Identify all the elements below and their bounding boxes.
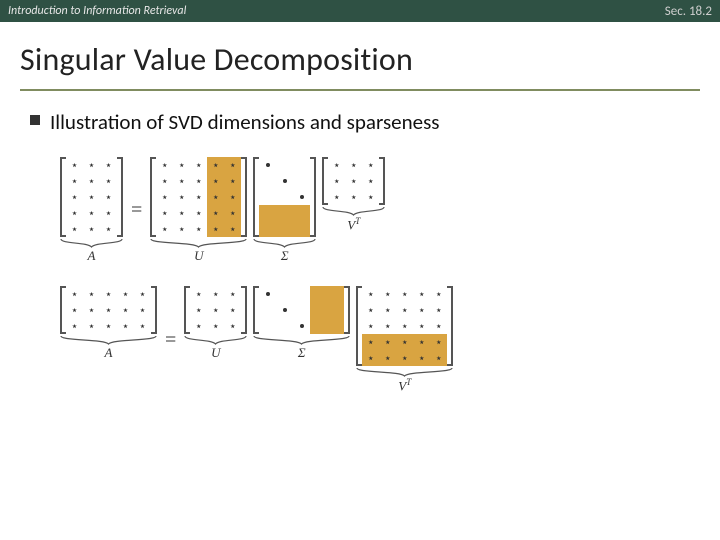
equals-sign: = [129,199,144,222]
matrix-Sigma: Σ [253,157,316,264]
bullet-text: Illustration of SVD dimensions and spars… [50,109,440,135]
svd-figure: ⋆⋆⋆⋆⋆⋆⋆⋆⋆⋆⋆⋆⋆⋆⋆A = ⋆⋆⋆⋆⋆⋆⋆⋆⋆⋆⋆⋆⋆⋆⋆⋆⋆⋆⋆⋆⋆⋆⋆… [0,135,720,394]
matrix-U: ⋆⋆⋆⋆⋆⋆⋆⋆⋆U [184,286,247,361]
svd-equation-tall: ⋆⋆⋆⋆⋆⋆⋆⋆⋆⋆⋆⋆⋆⋆⋆A = ⋆⋆⋆⋆⋆⋆⋆⋆⋆⋆⋆⋆⋆⋆⋆⋆⋆⋆⋆⋆⋆⋆⋆… [60,157,720,264]
matrix-VT: ⋆⋆⋆⋆⋆⋆⋆⋆⋆⋆⋆⋆⋆⋆⋆⋆⋆⋆⋆⋆⋆⋆⋆⋆⋆VT [356,286,453,394]
page-title: Singular Value Decomposition [20,40,700,79]
matrix-Sigma: Σ [253,286,350,361]
bullet-icon [30,115,40,125]
matrix-VT: ⋆⋆⋆⋆⋆⋆⋆⋆⋆VT [322,157,385,233]
header-bar: Introduction to Information Retrieval Se… [0,0,720,22]
svd-equation-wide: ⋆⋆⋆⋆⋆⋆⋆⋆⋆⋆⋆⋆⋆⋆⋆A = ⋆⋆⋆⋆⋆⋆⋆⋆⋆UΣ⋆⋆⋆⋆⋆⋆⋆⋆⋆⋆⋆⋆… [60,286,720,394]
matrix-A: ⋆⋆⋆⋆⋆⋆⋆⋆⋆⋆⋆⋆⋆⋆⋆A [60,157,123,264]
section-ref: Sec. 18.2 [665,4,712,19]
matrix-U: ⋆⋆⋆⋆⋆⋆⋆⋆⋆⋆⋆⋆⋆⋆⋆⋆⋆⋆⋆⋆⋆⋆⋆⋆⋆U [150,157,247,264]
matrix-A: ⋆⋆⋆⋆⋆⋆⋆⋆⋆⋆⋆⋆⋆⋆⋆A [60,286,157,361]
course-title: Introduction to Information Retrieval [8,4,186,18]
bullet-row: Illustration of SVD dimensions and spars… [0,91,720,135]
equals-sign: = [163,329,178,352]
title-area: Singular Value Decomposition [0,22,720,85]
